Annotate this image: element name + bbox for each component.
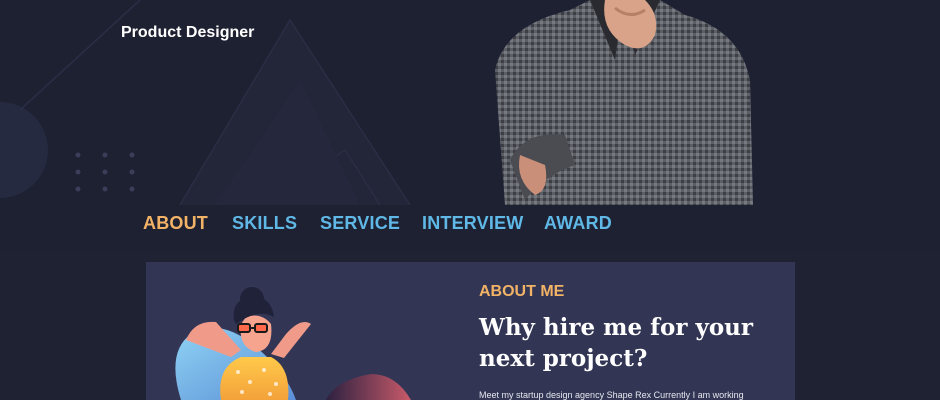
- nav-item-award[interactable]: AWARD: [544, 213, 612, 234]
- hero-role-title: Product Designer: [121, 24, 255, 41]
- designer-portrait-image: [495, 0, 753, 205]
- nav-item-interview[interactable]: INTERVIEW: [422, 213, 523, 234]
- about-card: ABOUT ME Why hire me for your next proje…: [146, 262, 795, 400]
- nav-item-about[interactable]: ABOUT: [143, 213, 208, 234]
- section-navigation: ABOUT SKILLS SERVICE INTERVIEW AWARD: [0, 205, 940, 250]
- nav-item-service[interactable]: SERVICE: [320, 213, 400, 234]
- about-section-label: ABOUT ME: [479, 283, 565, 300]
- about-description: Meet my startup design agency Shape Rex …: [479, 390, 744, 400]
- relaxing-person-illustration: [175, 287, 411, 400]
- about-heading: Why hire me for your next project?: [479, 314, 754, 372]
- nav-item-skills[interactable]: SKILLS: [232, 213, 297, 234]
- hero-section: Product Designer: [0, 0, 940, 205]
